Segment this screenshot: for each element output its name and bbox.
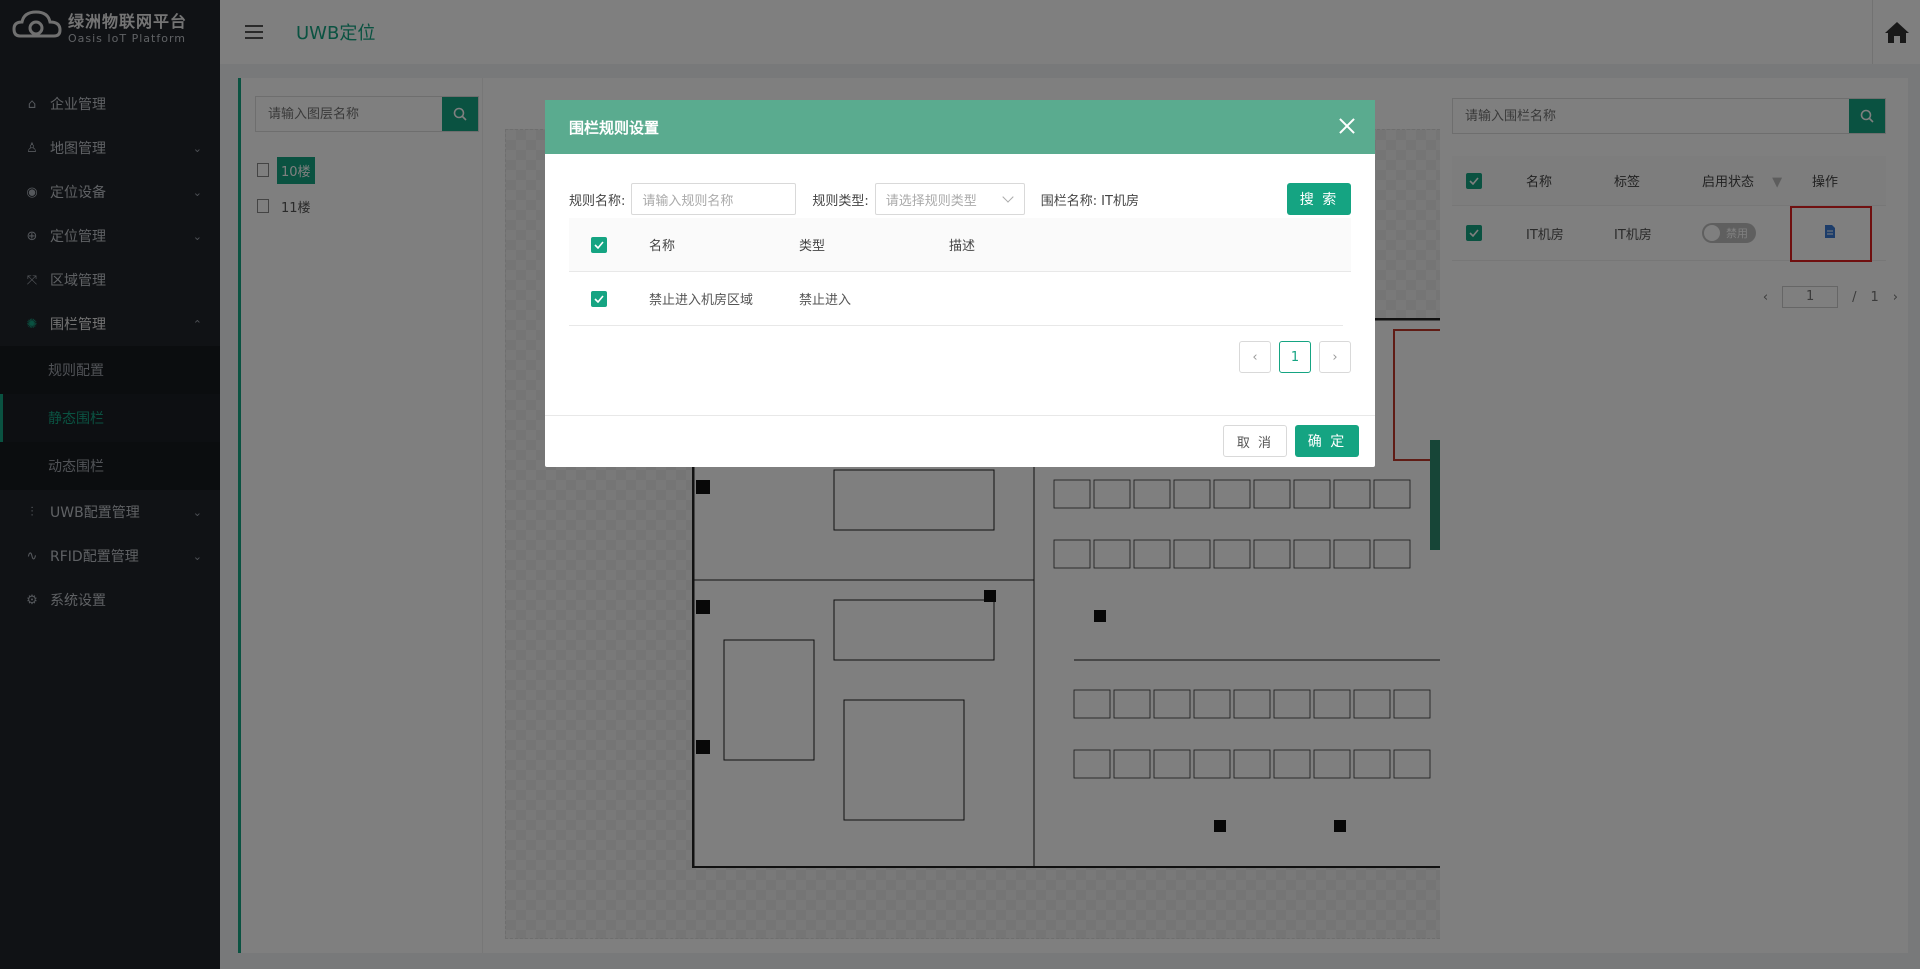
fence-rule-modal: 围栏规则设置 规则名称: 请输入规则名称 规则类型: 请选择规则类型 围栏名称:… [545,100,1375,467]
next-page-button[interactable]: › [1319,341,1351,373]
table-row[interactable]: 禁止进入机房区域 禁止进入 [569,272,1343,326]
col-type: 类型 [799,239,826,254]
table-header: 名称 类型 描述 [569,218,1351,272]
rule-name-label: 规则名称: [569,193,626,209]
cancel-button[interactable]: 取 消 [1223,425,1287,457]
fence-name-value: IT机房 [1101,193,1139,209]
row-checkbox[interactable] [591,290,607,307]
filter-bar: 规则名称: 请输入规则名称 规则类型: 请选择规则类型 围栏名称: IT机房 搜… [569,182,1351,216]
modal-footer: 取 消 确 定 [545,415,1375,467]
modal-title: 围栏规则设置 [569,118,660,137]
fence-name-label: 围栏名称: [1040,193,1098,209]
close-icon[interactable] [1337,116,1357,136]
rule-type-select[interactable]: 请选择规则类型 [874,183,1025,215]
rule-type-placeholder: 请选择规则类型 [885,193,977,209]
prev-page-button[interactable]: ‹ [1239,341,1271,373]
rule-table: 名称 类型 描述 禁止进入机房区域 禁止进入 [569,218,1351,326]
search-button[interactable]: 搜 索 [1287,183,1351,215]
chevron-down-icon [1002,191,1014,203]
rule-name-input[interactable]: 请输入规则名称 [631,183,797,215]
rule-type: 禁止进入 [799,293,852,308]
page-number-button[interactable]: 1 [1279,341,1311,373]
rule-type-label: 规则类型: [812,193,869,209]
col-name: 名称 [649,239,676,254]
rule-pagination: ‹ 1 › [1239,341,1351,373]
modal-header: 围栏规则设置 [545,100,1375,154]
select-all-checkbox[interactable] [591,236,607,253]
rule-name: 禁止进入机房区域 [649,293,754,308]
confirm-button[interactable]: 确 定 [1295,425,1359,457]
chevron-right-icon: › [1332,349,1338,365]
chevron-left-icon: ‹ [1252,349,1258,365]
col-desc: 描述 [949,239,976,254]
